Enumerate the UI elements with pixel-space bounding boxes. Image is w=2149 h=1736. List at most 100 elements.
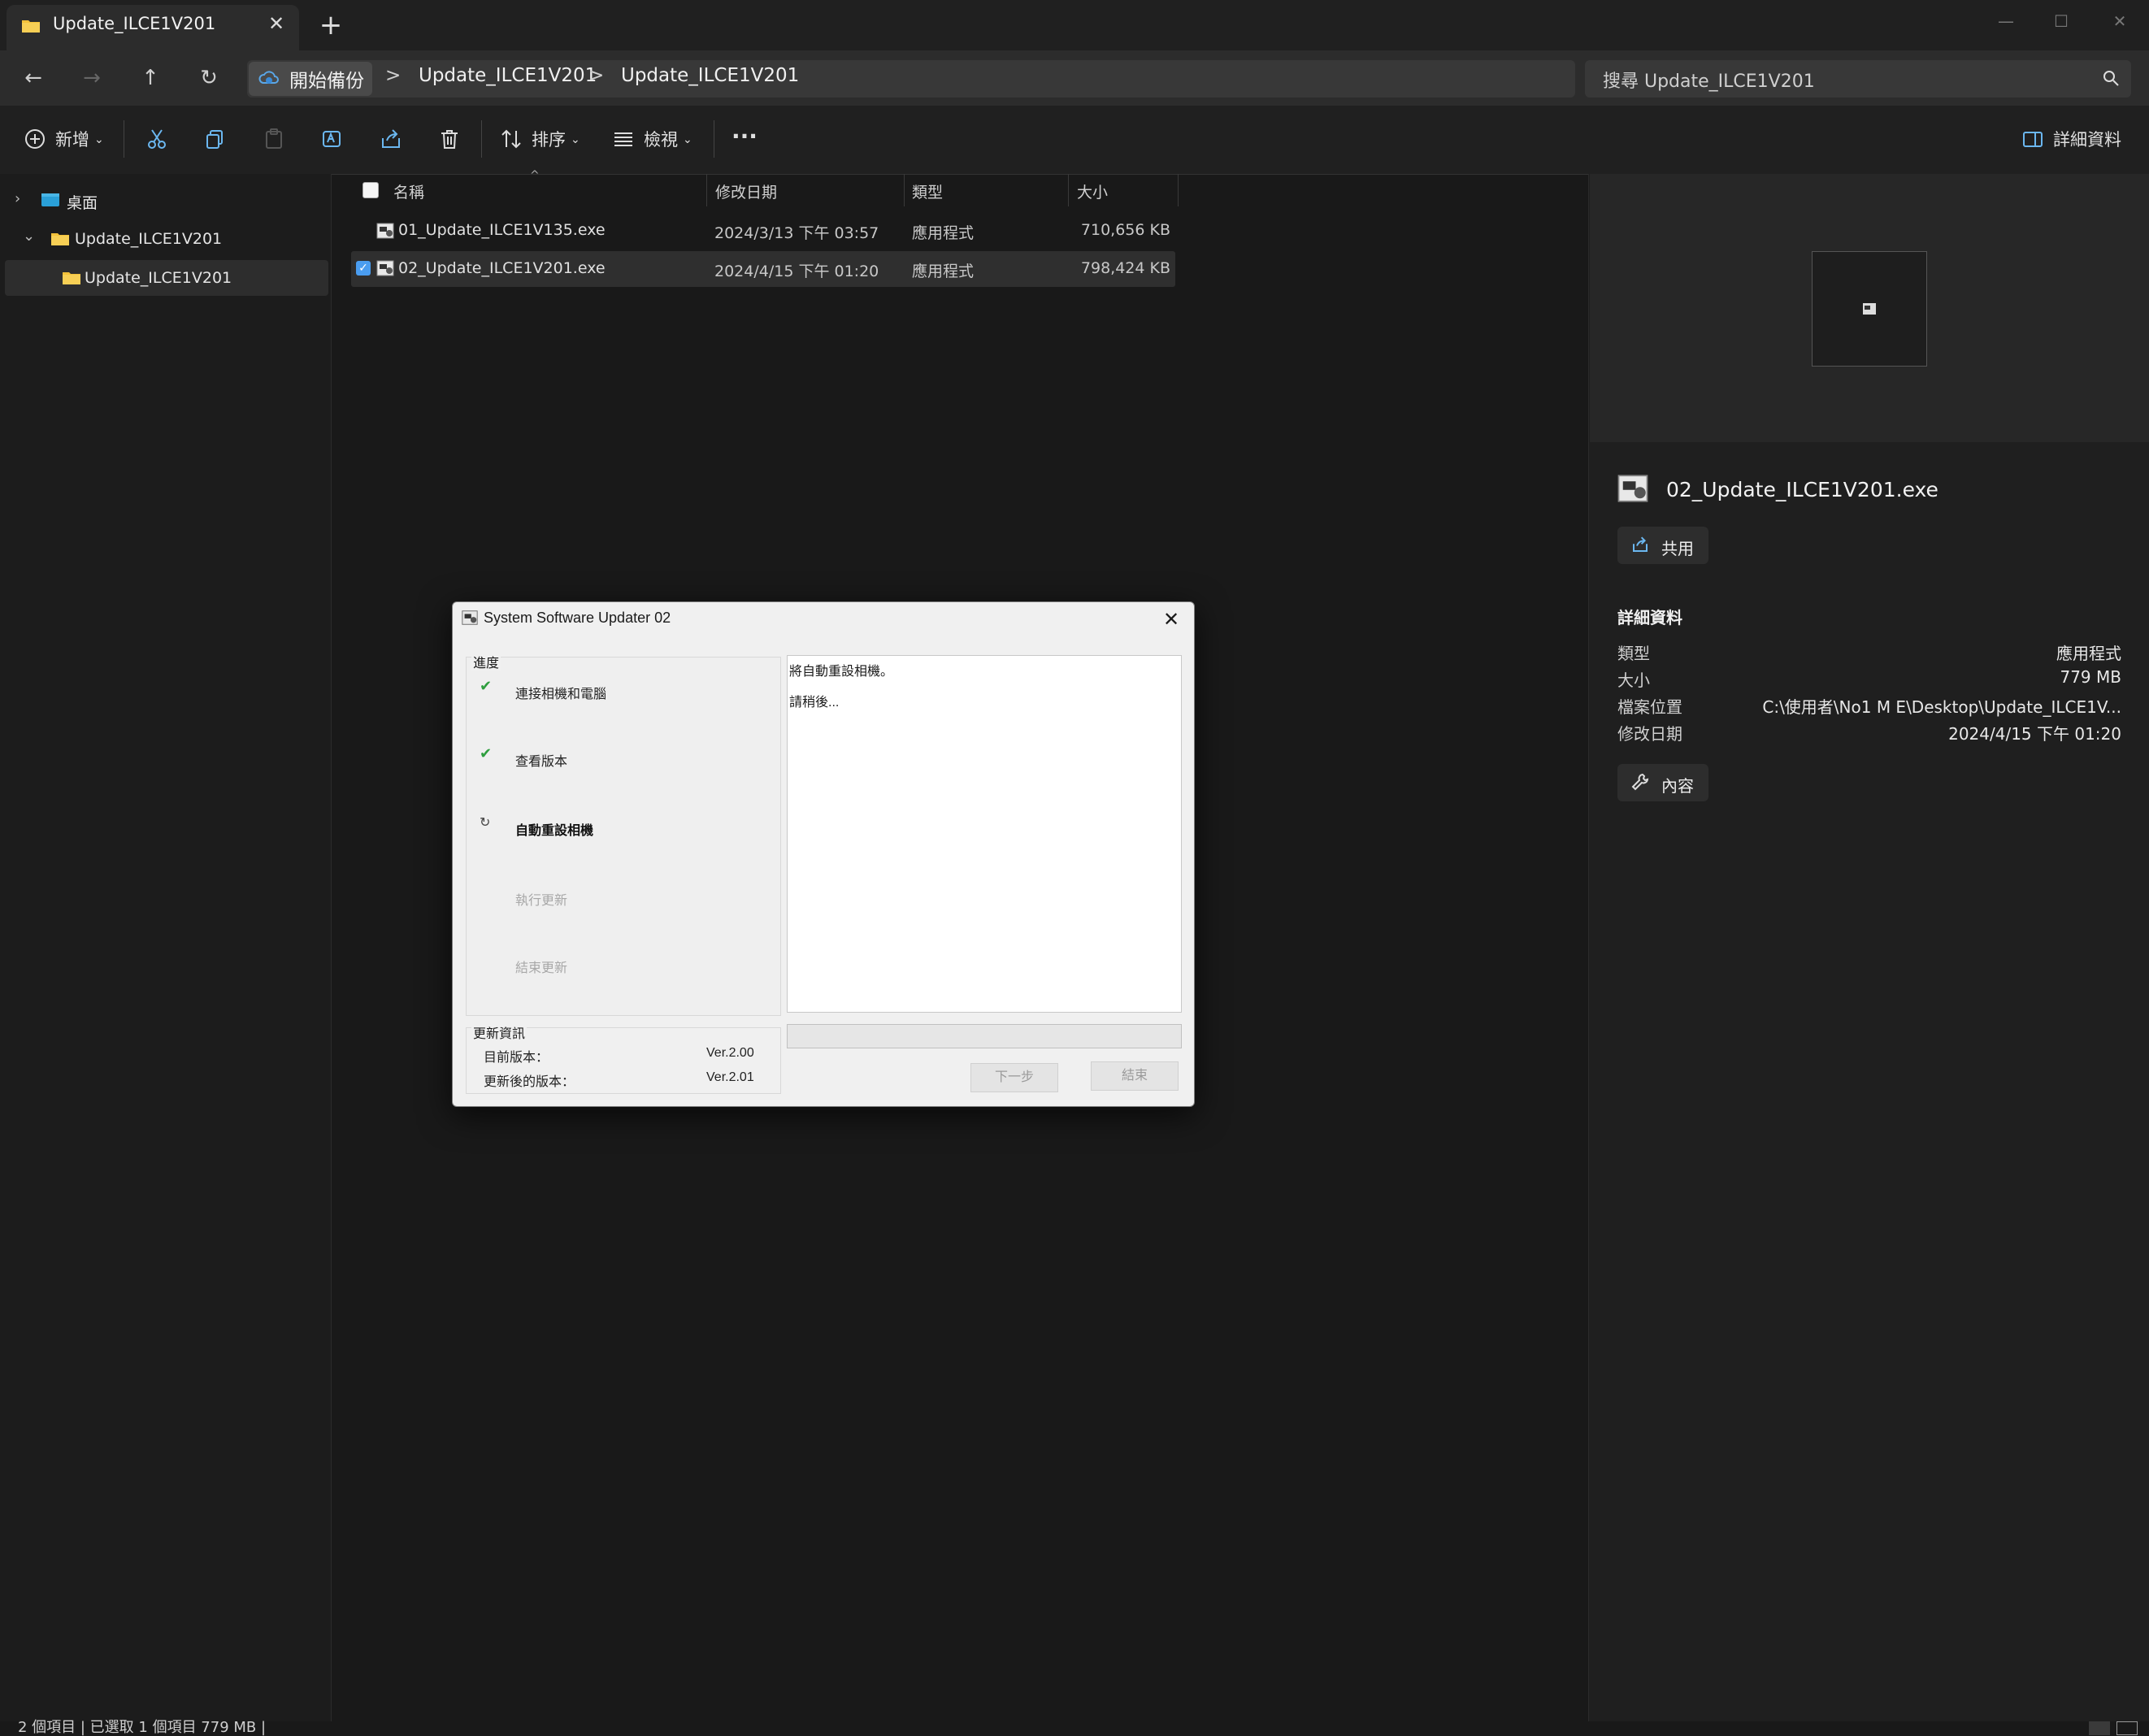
column-divider[interactable]	[1178, 174, 1179, 206]
row-checkbox-checked[interactable]: ✓	[356, 261, 371, 276]
prop-value: 779 MB	[2060, 667, 2121, 687]
file-size: 798,424 KB	[1080, 259, 1170, 277]
sort-button[interactable]: 排序	[532, 124, 566, 156]
cut-icon[interactable]	[145, 127, 171, 153]
prop-value: 2024/4/15 下午 01:20	[1948, 724, 2121, 744]
prop-label: 大小	[1617, 671, 1650, 690]
column-header-name[interactable]: 名稱	[393, 180, 424, 202]
file-size: 710,656 KB	[1080, 221, 1170, 239]
view-icon[interactable]	[611, 127, 637, 153]
next-button[interactable]: 下一步	[970, 1063, 1058, 1092]
progress-group-label: 進度	[471, 652, 501, 671]
column-divider[interactable]	[904, 174, 905, 206]
column-header-size[interactable]: 大小	[1077, 180, 1108, 202]
details-file-name: 02_Update_ILCE1V201.exe	[1666, 478, 1938, 501]
share-label: 共用	[1661, 539, 1694, 558]
step-label-active: 自動重設相機	[515, 824, 594, 838]
search-icon[interactable]	[2101, 68, 2122, 89]
desktop-icon	[41, 192, 60, 208]
close-tab-icon[interactable]: ✕	[264, 11, 289, 36]
back-icon[interactable]: ←	[16, 61, 50, 95]
tab-title: Update_ILCE1V201	[53, 14, 216, 33]
chevron-down-icon[interactable]: ⌄	[23, 228, 35, 245]
forward-icon[interactable]: →	[75, 61, 109, 95]
up-icon[interactable]: ↑	[133, 61, 167, 95]
file-type: 應用程式	[912, 263, 975, 280]
chevron-down-icon[interactable]: ⌄	[683, 124, 692, 156]
checkmark-icon: ✔	[480, 745, 493, 762]
maximize-icon[interactable]: ☐	[2045, 7, 2077, 36]
rename-icon[interactable]	[320, 127, 346, 153]
breadcrumb-item[interactable]: 開始備份	[289, 65, 364, 93]
folder-icon	[50, 231, 70, 247]
tree-item-desktop[interactable]: 桌面	[67, 191, 98, 213]
finish-button[interactable]: 結束	[1091, 1061, 1179, 1091]
new-button[interactable]: 新增	[55, 124, 89, 156]
properties-label: 內容	[1661, 776, 1694, 796]
breadcrumb-item[interactable]: Update_ILCE1V201	[419, 65, 597, 86]
in-progress-icon: ↻	[480, 814, 491, 830]
step-label: 結束更新	[515, 961, 568, 975]
breadcrumb-item[interactable]: Update_ILCE1V201	[621, 65, 799, 86]
chevron-right-icon[interactable]: >	[588, 65, 604, 86]
wrench-icon	[1630, 772, 1650, 792]
column-divider[interactable]	[1068, 174, 1069, 206]
chevron-right-icon[interactable]: ›	[15, 190, 20, 207]
refresh-icon[interactable]: ↻	[192, 61, 226, 95]
current-version-label: 目前版本：	[484, 1051, 549, 1065]
log-line: 將自動重設相機。	[789, 665, 894, 679]
sort-icon[interactable]	[499, 127, 525, 153]
checkmark-icon: ✔	[480, 678, 493, 695]
tree-item-folder-selected[interactable]: Update_ILCE1V201	[85, 269, 232, 287]
file-date: 2024/3/13 下午 03:57	[714, 224, 879, 242]
progress-group	[466, 657, 781, 1016]
step-label: 連接相機和電腦	[515, 688, 607, 701]
folder-icon	[62, 270, 81, 286]
add-icon[interactable]	[23, 127, 49, 153]
sort-indicator-icon: ^	[530, 169, 540, 182]
dialog-close-icon[interactable]: ✕	[1160, 608, 1183, 631]
file-type: 應用程式	[912, 224, 975, 242]
chevron-down-icon[interactable]: ⌄	[94, 124, 104, 156]
prop-label: 類型	[1617, 644, 1650, 663]
column-header-type[interactable]: 類型	[912, 180, 943, 202]
status-text: 2 個項目 | 已選取 1 個項目 779 MB |	[18, 1719, 267, 1736]
details-view-icon[interactable]	[2089, 1721, 2110, 1735]
installer-exe-icon	[1616, 471, 1650, 506]
minimize-icon[interactable]: —	[1990, 7, 2022, 36]
share-icon[interactable]	[379, 127, 405, 153]
paste-icon[interactable]	[262, 127, 288, 153]
dialog-title: System Software Updater 02	[484, 610, 671, 626]
new-tab-button[interactable]: +	[317, 11, 345, 39]
chevron-down-icon[interactable]: ⌄	[571, 124, 580, 156]
more-options-button[interactable]: ···	[732, 120, 758, 153]
tiles-view-icon[interactable]	[2116, 1721, 2138, 1735]
step-label: 查看版本	[515, 755, 568, 769]
prop-value: C:\使用者\No1 M E\Desktop\Update_ILCE1V...	[1762, 697, 2121, 717]
new-version-label: 更新後的版本：	[484, 1075, 575, 1089]
prop-value: 應用程式	[2056, 644, 2121, 663]
column-header-date[interactable]: 修改日期	[715, 180, 777, 202]
select-all-checkbox[interactable]	[363, 182, 379, 198]
step-label: 執行更新	[515, 894, 568, 908]
close-window-icon[interactable]: ✕	[2103, 7, 2136, 36]
status-log	[787, 655, 1182, 1013]
tree-item-folder[interactable]: Update_ILCE1V201	[75, 230, 222, 248]
divider	[481, 120, 482, 158]
installer-exe-icon	[376, 221, 395, 241]
column-divider[interactable]	[706, 174, 707, 206]
prop-label: 檔案位置	[1617, 697, 1682, 717]
new-version-value: Ver.2.01	[706, 1070, 754, 1084]
delete-icon[interactable]	[437, 127, 463, 153]
file-date: 2024/4/15 下午 01:20	[714, 263, 879, 280]
file-thumbnail	[1812, 251, 1927, 367]
status-bar	[0, 1721, 2149, 1735]
chevron-right-icon[interactable]: >	[385, 65, 401, 86]
cloud-backup-icon	[258, 68, 280, 88]
details-pane-icon[interactable]	[2021, 127, 2047, 153]
copy-icon[interactable]	[203, 127, 229, 153]
installer-exe-icon	[376, 258, 395, 278]
details-section-title: 詳細資料	[1617, 608, 1682, 627]
details-toggle-button[interactable]: 詳細資料	[2053, 124, 2121, 156]
view-button[interactable]: 檢視	[644, 124, 678, 156]
